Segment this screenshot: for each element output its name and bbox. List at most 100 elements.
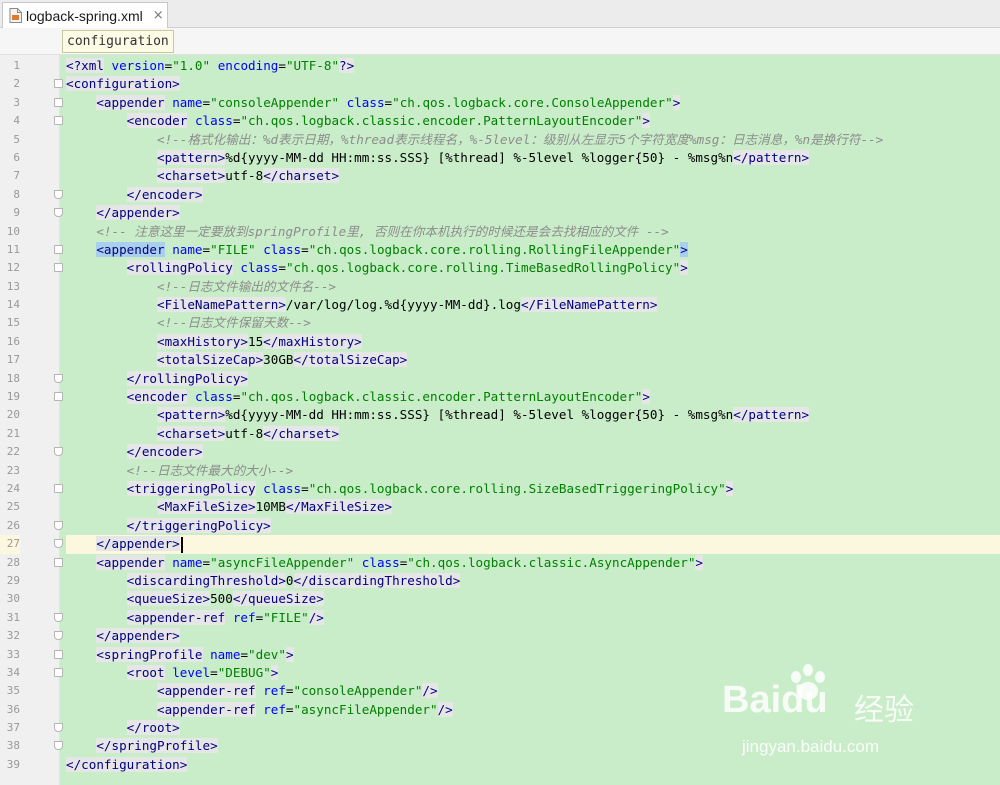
fold-marker-icon[interactable]: [54, 79, 63, 89]
code-line[interactable]: 24 <triggeringPolicy class="ch.qos.logba…: [0, 480, 1000, 498]
fold-marker-icon[interactable]: [54, 392, 63, 402]
code-line[interactable]: 21 <charset>utf-8</charset>: [0, 425, 1000, 443]
code-line[interactable]: 25 <MaxFileSize>10MB</MaxFileSize>: [0, 498, 1000, 516]
line-number: 13: [6, 279, 20, 293]
code-line-text: <!--日志文件输出的文件名-->: [157, 278, 337, 294]
line-number: 6: [13, 150, 20, 164]
code-line-text: <configuration>: [66, 76, 180, 92]
file-tab[interactable]: logback-spring.xml ×: [2, 2, 168, 28]
fold-marker-icon[interactable]: [54, 373, 63, 383]
line-number: 7: [13, 169, 20, 183]
code-line-text: <!--格式化输出：%d表示日期，%thread表示线程名，%-5level：级…: [157, 131, 884, 147]
line-number: 33: [6, 647, 20, 661]
fold-marker-icon[interactable]: [54, 723, 63, 733]
line-number: 29: [6, 573, 20, 587]
code-line[interactable]: 3 <appender name="consoleAppender" class…: [0, 94, 1000, 112]
line-number: 16: [6, 334, 20, 348]
code-line[interactable]: 34 <root level="DEBUG">: [0, 664, 1000, 682]
code-line[interactable]: 13 <!--日志文件输出的文件名-->: [0, 278, 1000, 296]
fold-marker-icon[interactable]: [54, 483, 63, 493]
code-line[interactable]: 9 </appender>: [0, 204, 1000, 222]
code-line-text: <?xml version="1.0" encoding="UTF-8"?>: [66, 58, 355, 73]
code-editor[interactable]: 1 <?xml version="1.0" encoding="UTF-8"?> 2…: [0, 55, 1000, 785]
editor-tab-bar: logback-spring.xml ×: [0, 0, 1000, 28]
breadcrumb-bar: configuration: [0, 28, 1000, 55]
code-line[interactable]: 37 </root>: [0, 719, 1000, 737]
code-line[interactable]: 10 <!-- 注意这里一定要放到springProfile里, 否则在你本机执…: [0, 223, 1000, 241]
code-line[interactable]: 5 <!--格式化输出：%d表示日期，%thread表示线程名，%-5level…: [0, 131, 1000, 149]
code-line[interactable]: 4 <encoder class="ch.qos.logback.classic…: [0, 112, 1000, 130]
line-number: 36: [6, 702, 20, 716]
code-line-text: <appender-ref ref="FILE"/>: [126, 609, 324, 625]
code-line[interactable]: 38 </springProfile>: [0, 737, 1000, 755]
fold-marker-icon[interactable]: [54, 539, 63, 549]
fold-marker-icon[interactable]: [54, 97, 63, 107]
line-number: 32: [6, 629, 20, 643]
code-line-text: <appender name="FILE" class="ch.qos.logb…: [96, 241, 688, 257]
line-number: 1: [13, 59, 20, 72]
fold-marker-icon[interactable]: [54, 116, 63, 126]
code-line-text: <appender-ref ref="consoleAppender"/>: [157, 683, 438, 699]
code-line[interactable]: 1 <?xml version="1.0" encoding="UTF-8"?>: [0, 57, 1000, 75]
code-line-text: </root>: [126, 720, 180, 736]
code-line[interactable]: 7 <charset>utf-8</charset>: [0, 167, 1000, 185]
code-line[interactable]: 12 <rollingPolicy class="ch.qos.logback.…: [0, 259, 1000, 277]
code-line[interactable]: 16 <maxHistory>15</maxHistory>: [0, 333, 1000, 351]
code-line[interactable]: 20 <pattern>%d{yyyy-MM-dd HH:mm:ss.SSS} …: [0, 406, 1000, 424]
fold-marker-icon[interactable]: [54, 244, 63, 254]
code-line[interactable]: 28 <appender name="asyncFileAppender" cl…: [0, 554, 1000, 572]
code-line[interactable]: 35 <appender-ref ref="consoleAppender"/>: [0, 682, 1000, 700]
fold-marker-icon[interactable]: [54, 208, 63, 218]
code-line-text: <encoder class="ch.qos.logback.classic.e…: [126, 113, 650, 129]
line-number: 17: [6, 353, 20, 367]
breadcrumb-configuration[interactable]: configuration: [62, 30, 174, 53]
fold-marker-icon[interactable]: [54, 612, 63, 622]
code-line-text: <MaxFileSize>10MB</MaxFileSize>: [157, 499, 393, 515]
line-number: 31: [6, 610, 20, 624]
line-number: 37: [6, 721, 20, 735]
code-line[interactable]: 36 <appender-ref ref="asyncFileAppender"…: [0, 701, 1000, 719]
code-line[interactable]: 31 <appender-ref ref="FILE"/>: [0, 609, 1000, 627]
code-line-text: <triggeringPolicy class="ch.qos.logback.…: [126, 480, 734, 496]
code-line[interactable]: 27 </appender>: [0, 535, 1000, 554]
code-line[interactable]: 30 <queueSize>500</queueSize>: [0, 590, 1000, 608]
fold-marker-icon[interactable]: [54, 447, 63, 457]
fold-marker-icon[interactable]: [54, 667, 63, 677]
code-lines: 1 <?xml version="1.0" encoding="UTF-8"?> 2…: [0, 57, 1000, 774]
code-line-text: <maxHistory>15</maxHistory>: [157, 333, 362, 349]
fold-marker-icon[interactable]: [54, 741, 63, 751]
code-line-text: </encoder>: [126, 444, 203, 460]
code-line[interactable]: 15 <!--日志文件保留天数-->: [0, 314, 1000, 332]
code-line[interactable]: 33 <springProfile name="dev">: [0, 646, 1000, 664]
code-line[interactable]: 29 <discardingThreshold>0</discardingThr…: [0, 572, 1000, 590]
code-line[interactable]: 23 <!--日志文件最大的大小-->: [0, 462, 1000, 480]
fold-marker-icon[interactable]: [54, 631, 63, 641]
line-number: 26: [6, 518, 20, 532]
code-line[interactable]: 14 <FileNamePattern>/var/log/log.%d{yyyy…: [0, 296, 1000, 314]
code-line[interactable]: 18 </rollingPolicy>: [0, 370, 1000, 388]
xml-file-icon: [9, 8, 22, 23]
fold-marker-icon[interactable]: [54, 189, 63, 199]
line-number: 2: [13, 77, 20, 91]
fold-marker-icon[interactable]: [54, 263, 63, 273]
code-line[interactable]: 19 <encoder class="ch.qos.logback.classi…: [0, 388, 1000, 406]
code-line[interactable]: 39 </configuration>: [0, 756, 1000, 774]
code-line[interactable]: 2 <configuration>: [0, 75, 1000, 93]
code-line[interactable]: 17 <totalSizeCap>30GB</totalSizeCap>: [0, 351, 1000, 369]
code-line[interactable]: 8 </encoder>: [0, 186, 1000, 204]
fold-marker-icon[interactable]: [54, 649, 63, 659]
close-tab-icon[interactable]: ×: [153, 8, 164, 23]
code-line[interactable]: 11 <appender name="FILE" class="ch.qos.l…: [0, 241, 1000, 259]
code-line[interactable]: 6 <pattern>%d{yyyy-MM-dd HH:mm:ss.SSS} […: [0, 149, 1000, 167]
code-line[interactable]: 26 </triggeringPolicy>: [0, 517, 1000, 535]
code-line-text: <charset>utf-8</charset>: [157, 425, 340, 441]
fold-marker-icon[interactable]: [54, 520, 63, 530]
fold-marker-icon[interactable]: [54, 557, 63, 567]
code-line[interactable]: 32 </appender>: [0, 627, 1000, 645]
code-line-text: <discardingThreshold>0</discardingThresh…: [126, 572, 461, 588]
code-line-text: <totalSizeCap>30GB</totalSizeCap>: [157, 352, 408, 368]
line-number: 25: [6, 500, 20, 514]
code-line-text: </triggeringPolicy>: [126, 517, 271, 533]
code-line-text: <!--日志文件保留天数-->: [157, 315, 311, 331]
code-line[interactable]: 22 </encoder>: [0, 443, 1000, 461]
